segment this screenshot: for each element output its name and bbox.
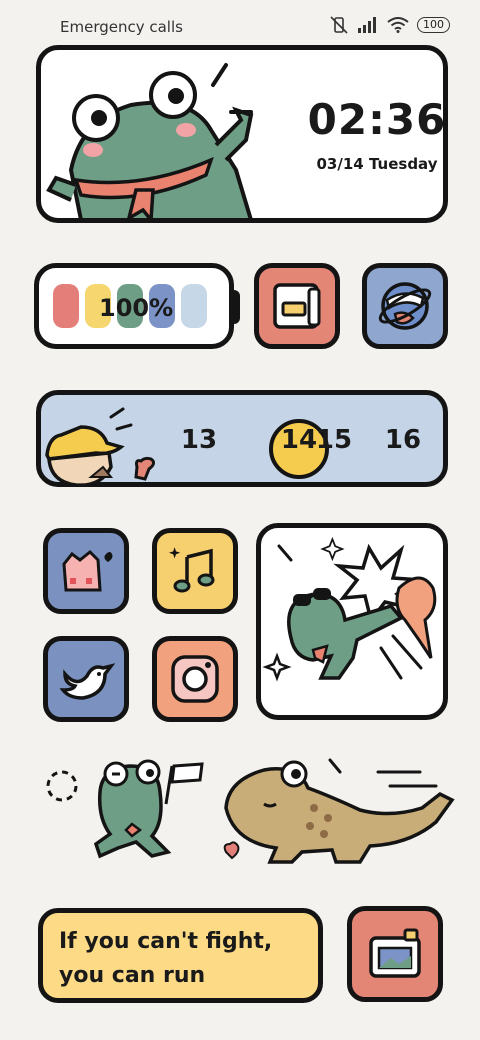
camera-app[interactable] (152, 636, 238, 722)
photos-app[interactable] (347, 906, 443, 1002)
file-manager-app[interactable] (254, 263, 340, 349)
calendar-day-13[interactable]: 13 (174, 425, 224, 455)
vibrate-off-icon (330, 16, 348, 34)
battery-nub (230, 290, 240, 324)
calendar-day-16[interactable]: 16 (378, 425, 428, 455)
quote-text: If you can't fight, you can run (59, 925, 272, 993)
hat-character-illustration (45, 407, 156, 487)
clock-time: 02:36 (307, 95, 447, 144)
frog-waving-illustration (46, 63, 254, 220)
quote-line-1: If you can't fight, (59, 929, 273, 954)
wifi-icon (387, 17, 409, 33)
status-icons: 100 (329, 16, 450, 34)
battery-bar-5 (181, 284, 207, 328)
calendar-widget[interactable]: 13 14 15 16 (36, 390, 448, 487)
music-icon (169, 547, 215, 593)
frog-and-lizard-illustration (46, 758, 455, 864)
calendar-day-15[interactable]: 15 (309, 425, 359, 455)
clock-date: 03/14 Tuesday (316, 155, 438, 173)
gallery-app[interactable] (43, 528, 129, 614)
camera-app-icon (171, 655, 219, 703)
gallery-icon (62, 549, 113, 592)
frog-kick-illustration (262, 536, 437, 682)
music-app[interactable] (152, 528, 238, 614)
browser-icon (378, 282, 432, 330)
battery-bar-1 (53, 284, 79, 328)
bird-app[interactable] (43, 636, 129, 722)
battery-percent: 100% (99, 294, 174, 322)
battery-widget[interactable]: 100% (34, 263, 234, 349)
quote-line-2: you can run (59, 963, 206, 988)
battery-icon: 100 (417, 17, 450, 33)
signal-icon (358, 17, 376, 33)
file-manager-icon (273, 283, 321, 329)
browser-app[interactable] (362, 263, 448, 349)
quote-widget[interactable]: If you can't fight, you can run (38, 908, 323, 1003)
clock-widget[interactable]: 02:36 03/14 Tuesday (36, 45, 448, 223)
frog-kick-widget[interactable] (256, 523, 448, 720)
photos-icon (369, 928, 421, 978)
bird-app-icon (59, 663, 115, 700)
carrier-text: Emergency calls o (60, 18, 185, 36)
